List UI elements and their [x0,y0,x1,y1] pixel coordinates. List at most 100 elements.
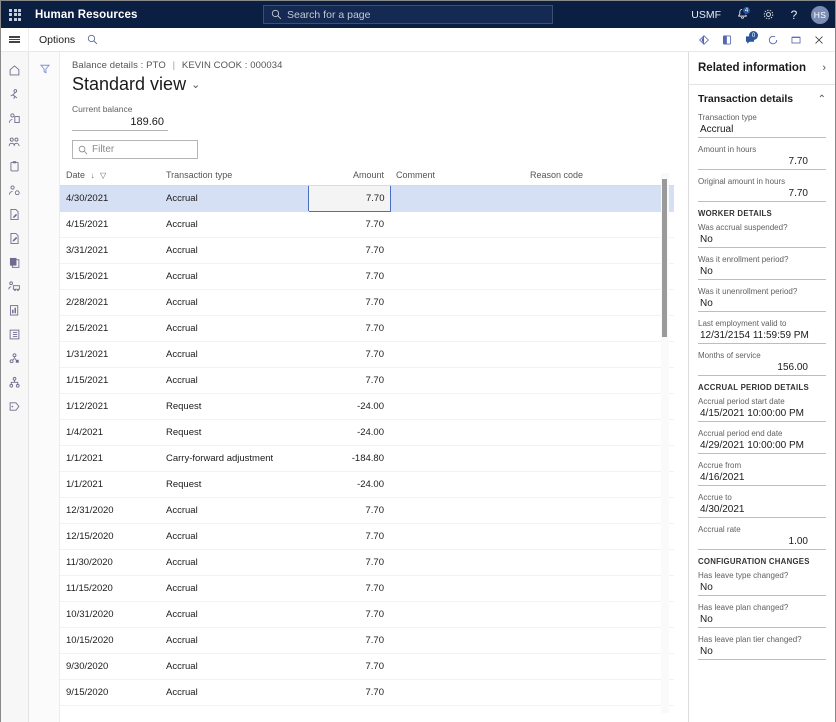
cell-amount[interactable]: 7.70 [308,550,390,576]
cell-transaction-type[interactable]: Accrual [160,212,308,238]
gear-icon[interactable] [755,1,781,28]
cell-date[interactable]: 1/12/2021 [60,394,160,420]
cell-reason-code[interactable] [524,472,674,498]
cell-amount[interactable]: 7.70 [308,342,390,368]
refresh-circle-icon[interactable] [762,28,783,52]
table-row[interactable]: 1/15/2021Accrual7.70 [60,368,674,394]
sidebar-item-people-group[interactable] [1,130,29,154]
hamburger-menu-icon[interactable] [1,28,29,52]
transaction-value[interactable]: 7.70 [698,155,826,170]
cell-transaction-type[interactable]: Accrual [160,654,308,680]
cell-amount[interactable]: 7.70 [308,212,390,238]
cell-transaction-type[interactable]: Request [160,472,308,498]
chevron-up-icon[interactable]: ⌃ [818,94,826,105]
config-value[interactable]: No [698,581,826,596]
cell-reason-code[interactable] [524,498,674,524]
cell-date[interactable]: 10/31/2020 [60,602,160,628]
table-row[interactable]: 9/30/2020Accrual7.70 [60,654,674,680]
table-row[interactable]: 1/1/2021Request-24.00 [60,472,674,498]
cell-reason-code[interactable] [524,212,674,238]
diamond-icon[interactable] [693,28,714,52]
sort-descending-icon[interactable]: ↓ [91,171,95,180]
config-value[interactable]: No [698,613,826,628]
cell-amount[interactable]: 7.70 [308,264,390,290]
table-row[interactable]: 10/15/2020Accrual7.70 [60,628,674,654]
sidebar-item-clipboard[interactable] [1,154,29,178]
sidebar-item-list[interactable] [1,322,29,346]
cell-transaction-type[interactable]: Request [160,394,308,420]
grid-vertical-scrollbar[interactable] [661,173,669,713]
column-header-date[interactable]: Date ↓ ▽ [60,166,160,186]
worker-value[interactable]: No [698,233,826,248]
cell-comment[interactable] [390,212,524,238]
command-search-icon[interactable] [87,34,98,45]
cell-amount[interactable]: -184.80 [308,446,390,472]
cell-date[interactable]: 4/15/2021 [60,212,160,238]
cell-reason-code[interactable] [524,576,674,602]
cell-comment[interactable] [390,446,524,472]
notification-bell-icon[interactable]: 4 [729,1,755,28]
cell-amount[interactable]: 7.70 [308,316,390,342]
cell-date[interactable]: 4/30/2021 [60,186,160,212]
table-row[interactable]: 1/31/2021Accrual7.70 [60,342,674,368]
sidebar-item-copy-pages[interactable] [1,250,29,274]
cell-amount[interactable]: -24.00 [308,394,390,420]
table-row[interactable]: 1/12/2021Request-24.00 [60,394,674,420]
cell-transaction-type[interactable]: Accrual [160,342,308,368]
cell-reason-code[interactable] [524,680,674,706]
cell-reason-code[interactable] [524,654,674,680]
table-row[interactable]: 11/15/2020Accrual7.70 [60,576,674,602]
cell-date[interactable]: 1/1/2021 [60,472,160,498]
cell-reason-code[interactable] [524,446,674,472]
chevron-down-icon[interactable]: ⌄ [191,78,200,91]
table-row[interactable]: 10/31/2020Accrual7.70 [60,602,674,628]
column-header-reason-code[interactable]: Reason code [524,166,674,186]
sidebar-item-document-pen[interactable] [1,202,29,226]
cell-date[interactable]: 3/15/2021 [60,264,160,290]
cell-amount[interactable]: -24.00 [308,472,390,498]
cell-transaction-type[interactable]: Carry-forward adjustment [160,446,308,472]
help-question-icon[interactable]: ? [781,1,807,28]
cell-date[interactable]: 10/15/2020 [60,628,160,654]
cell-transaction-type[interactable]: Accrual [160,238,308,264]
accrual-value[interactable]: 4/30/2021 [698,503,826,518]
table-row[interactable]: 12/15/2020Accrual7.70 [60,524,674,550]
table-row[interactable]: 1/4/2021Request-24.00 [60,420,674,446]
sidebar-item-person-document[interactable] [1,106,29,130]
cell-reason-code[interactable] [524,290,674,316]
column-filter-icon[interactable]: ▽ [100,171,106,180]
sidebar-item-chart-document[interactable] [1,298,29,322]
breadcrumb-right[interactable]: KEVIN COOK : 000034 [182,60,283,71]
cell-comment[interactable] [390,186,524,212]
sidebar-item-home[interactable] [1,58,29,82]
config-value[interactable]: No [698,645,826,660]
grid-scrollbar-thumb[interactable] [662,179,667,337]
cell-date[interactable]: 11/30/2020 [60,550,160,576]
accrual-value[interactable]: 4/15/2021 10:00:00 PM [698,407,826,422]
cell-reason-code[interactable] [524,264,674,290]
worker-value[interactable]: 12/31/2154 11:59:59 PM [698,329,826,344]
cell-reason-code[interactable] [524,368,674,394]
accrual-value[interactable]: 4/16/2021 [698,471,826,486]
cell-comment[interactable] [390,264,524,290]
cell-date[interactable]: 11/15/2020 [60,576,160,602]
cell-comment[interactable] [390,290,524,316]
cell-comment[interactable] [390,680,524,706]
sidebar-item-person-running[interactable] [1,82,29,106]
cell-comment[interactable] [390,394,524,420]
related-information-header[interactable]: Related information › [689,52,835,85]
cell-date[interactable]: 2/28/2021 [60,290,160,316]
sidebar-item-person-truck[interactable] [1,274,29,298]
sidebar-item-document-edit[interactable] [1,226,29,250]
table-row[interactable]: 1/1/2021Carry-forward adjustment-184.80 [60,446,674,472]
cell-date[interactable]: 9/15/2020 [60,680,160,706]
cell-transaction-type[interactable]: Accrual [160,524,308,550]
cell-comment[interactable] [390,420,524,446]
cell-transaction-type[interactable]: Accrual [160,576,308,602]
cell-comment[interactable] [390,524,524,550]
company-selector[interactable]: USMF [683,9,729,21]
avatar[interactable]: HS [811,6,829,24]
cell-amount[interactable]: 7.70 [308,628,390,654]
cell-transaction-type[interactable]: Accrual [160,290,308,316]
cell-comment[interactable] [390,654,524,680]
